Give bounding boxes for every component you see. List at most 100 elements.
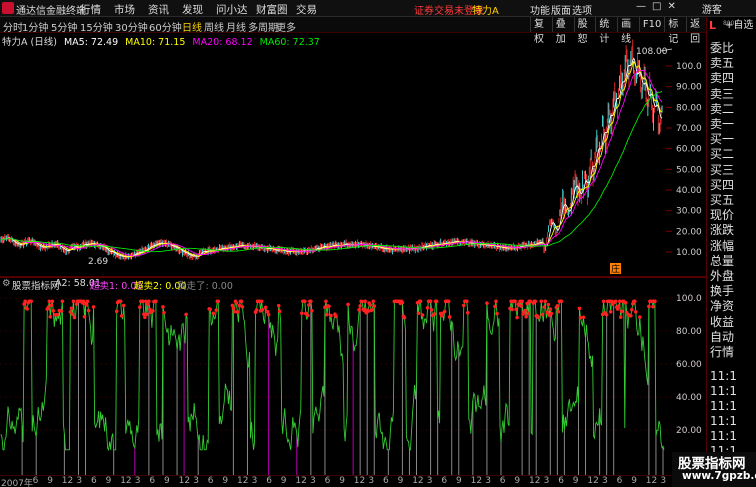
tool-fanhui[interactable]: 返回 xyxy=(686,17,708,45)
overbought-dot xyxy=(29,299,33,304)
indicator-header: ⚙ 股票指标网 A2: 58.01 超卖1: 0.00 超卖2: 0.00 我走… xyxy=(0,278,706,292)
overbought-dot xyxy=(418,299,423,304)
ma10-value: MA10: 71.15 xyxy=(125,37,186,48)
overbought-dot xyxy=(540,312,545,317)
overbought-dot xyxy=(151,309,155,313)
price-axis-label: 50.00 xyxy=(676,165,702,175)
time-axis-label: 12 xyxy=(529,476,541,486)
period-5min[interactable]: 5分钟 xyxy=(51,19,77,34)
tool-banmian[interactable]: 版面 xyxy=(551,2,572,17)
time-axis-label: 9 xyxy=(514,476,521,486)
tool-gushu[interactable]: 股恕 xyxy=(573,17,596,45)
panel-mode-label[interactable]: L xyxy=(709,19,716,32)
overbought-dot xyxy=(50,299,55,304)
overbought-dot xyxy=(653,299,657,304)
tool-xuanxiang[interactable]: 选项 xyxy=(572,2,593,17)
tool-biaoji[interactable]: 标记 xyxy=(664,17,686,45)
time-axis-label: 3 xyxy=(193,476,199,486)
overbought-dot xyxy=(154,299,158,304)
menu-wenxiaoda[interactable]: 问小达 xyxy=(216,2,256,17)
overbought-dot xyxy=(82,314,87,319)
overbought-dot xyxy=(70,312,75,317)
menu-hangqing[interactable]: 行情 xyxy=(80,2,114,17)
tool-diejia[interactable]: 叠加 xyxy=(551,17,574,45)
tool-huaxian[interactable]: 画线 xyxy=(617,17,639,45)
menu-jiaoyi[interactable]: 交易 xyxy=(296,2,330,17)
tool-f10[interactable]: F10 xyxy=(638,17,664,32)
tool-gongneng[interactable]: 功能 xyxy=(530,2,551,17)
time-axis-label: 12 xyxy=(178,476,191,486)
overbought-dot xyxy=(613,299,618,304)
period-30min[interactable]: 30分钟 xyxy=(115,19,148,34)
menu-zixun[interactable]: 资讯 xyxy=(148,2,182,17)
overbought-dot xyxy=(549,311,554,316)
time-axis-label: 3 xyxy=(368,476,375,486)
time-axis-label: 6 xyxy=(266,476,272,486)
side-row-20[interactable]: 行情 xyxy=(710,343,734,360)
overbought-dot xyxy=(601,299,606,304)
watermark: 股票指标网 www.7gpzb.com xyxy=(672,452,756,487)
overbought-dot xyxy=(515,315,519,320)
chart-toolbar: 复权 叠加 股恕 统计 画线 F10 标记 返回 xyxy=(530,17,708,45)
close-icon[interactable]: ✕ xyxy=(667,1,675,16)
period-60min[interactable]: 60分钟 xyxy=(149,19,182,34)
indicator-chart[interactable]: 100.0 80.00 60.00 40.00 20.00 xyxy=(0,290,706,475)
time-axis-label: 12 xyxy=(353,476,366,486)
overbought-dot xyxy=(162,310,166,315)
time-axis-label: 3 xyxy=(602,476,608,486)
overbought-dot xyxy=(466,310,470,315)
overbought-dot xyxy=(329,313,333,318)
guest-label[interactable]: 游客 xyxy=(702,1,722,16)
trade-time-3: 11:1 xyxy=(710,414,737,428)
overbought-dot xyxy=(147,299,151,304)
overbought-dot xyxy=(366,309,371,313)
tool-fuquan[interactable]: 复权 xyxy=(530,17,552,45)
time-axis-label: 2007年 xyxy=(1,479,33,487)
price-chart[interactable]: 100.0 90.00 80.00 70.00 60.00 50.00 40.00 30.00… xyxy=(0,34,706,276)
overbought-dot xyxy=(428,299,433,304)
overbought-dot xyxy=(623,300,628,305)
time-axis-label: 3 xyxy=(310,476,316,486)
menu-caifuquan[interactable]: 财富圈 xyxy=(256,2,296,17)
window-controls: — □ ✕ 游客 xyxy=(636,1,722,16)
overbought-dot xyxy=(208,307,213,312)
tool-tongji[interactable]: 统计 xyxy=(595,17,617,45)
period-15min[interactable]: 15分钟 xyxy=(80,19,113,34)
overbought-dot xyxy=(514,307,518,312)
menu-shichang[interactable]: 市场 xyxy=(114,2,148,17)
overbought-dot xyxy=(555,304,560,308)
menu-faxian[interactable]: 发现 xyxy=(182,2,216,17)
add-watchlist-button[interactable]: +自选 xyxy=(725,16,753,31)
maximize-icon[interactable]: □ xyxy=(652,1,661,16)
high-price-label: 108.00 xyxy=(636,47,668,57)
time-axis-label: 6 xyxy=(616,476,623,486)
minimize-icon[interactable]: — xyxy=(636,1,646,16)
period-1min[interactable]: 1分钟 xyxy=(22,19,48,34)
period-monthly[interactable]: 月线 xyxy=(226,19,246,34)
overbought-dot xyxy=(84,303,89,307)
period-weekly[interactable]: 周线 xyxy=(204,19,224,34)
overbought-dot xyxy=(346,302,350,307)
overbought-dot xyxy=(425,305,430,310)
top-tools: 功能 版面 选项 xyxy=(530,2,593,17)
period-more[interactable]: 更多 xyxy=(276,19,296,34)
price-axis-label: 60.00 xyxy=(676,145,702,155)
overbought-dot xyxy=(416,311,421,316)
overbought-dot xyxy=(138,305,142,309)
overbought-dot xyxy=(520,299,524,304)
overbought-dot xyxy=(55,312,60,317)
period-daily[interactable]: 日线 xyxy=(182,19,202,34)
overbought-dot xyxy=(400,300,405,305)
indicator-settings-icon[interactable]: ⚙ xyxy=(2,278,11,289)
ma20-line xyxy=(0,69,663,257)
period-multi[interactable]: 多周期 xyxy=(248,19,278,34)
trade-time-1: 11:1 xyxy=(710,384,737,398)
overbought-dot xyxy=(324,299,328,304)
overbought-dot xyxy=(265,309,270,314)
overbought-dot xyxy=(161,305,165,309)
overbought-dot xyxy=(48,314,53,319)
period-fenshi[interactable]: 分时 xyxy=(3,19,23,34)
overbought-dot xyxy=(358,304,362,308)
time-axis-label: 3 xyxy=(543,476,550,486)
overbought-dot xyxy=(363,299,367,304)
